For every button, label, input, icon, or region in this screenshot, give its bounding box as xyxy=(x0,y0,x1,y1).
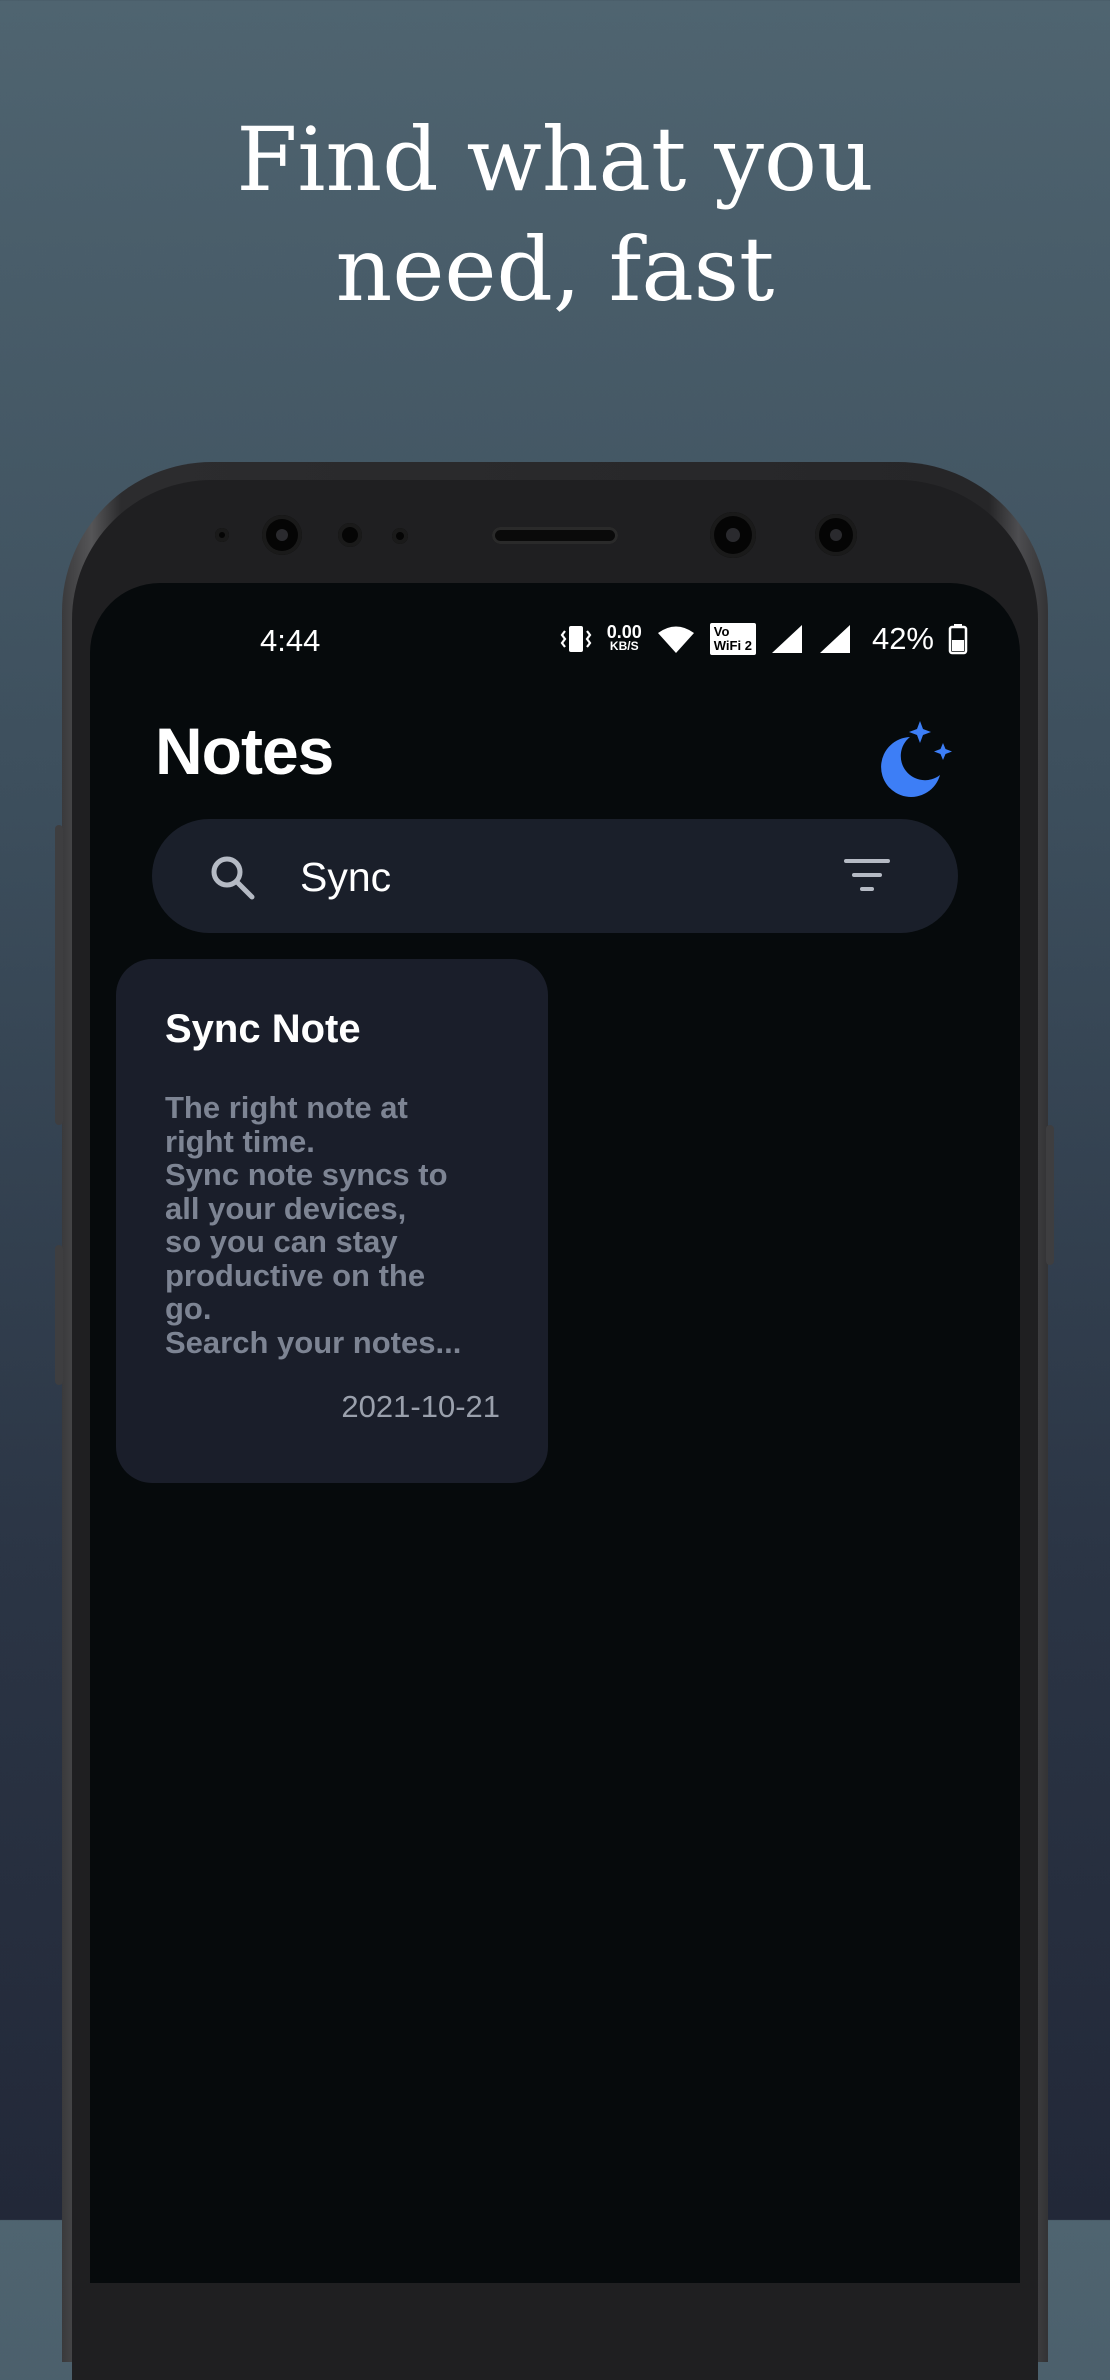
theme-toggle-button[interactable] xyxy=(870,713,960,803)
note-preview: The right note at right time. Sync note … xyxy=(165,1090,462,1360)
network-speed-value: 0.00 xyxy=(606,622,642,642)
phone-front-camera xyxy=(262,515,302,555)
search-icon xyxy=(211,856,255,900)
wifi-icon xyxy=(657,626,694,653)
status-icons: 0.00 KB/S Vo WiFi 2 42% xyxy=(559,621,968,657)
note-date: 2021-10-21 xyxy=(341,1389,500,1424)
vowifi-bottom: WiFi 2 xyxy=(713,638,752,653)
phone-power-button xyxy=(1046,1125,1054,1265)
phone-volume-button xyxy=(55,825,63,1125)
phone-speaker xyxy=(492,527,618,544)
vibrate-icon xyxy=(560,626,592,652)
phone-front-camera xyxy=(815,514,857,556)
signal-icon xyxy=(819,625,850,653)
phone-sensor xyxy=(215,528,229,542)
search-bar[interactable] xyxy=(152,819,958,933)
network-speed: 0.00 KB/S xyxy=(606,622,642,653)
phone-sensor xyxy=(392,528,408,544)
headline-line-2: need, fast xyxy=(335,218,775,321)
battery-percent: 42% xyxy=(871,621,934,656)
phone-sensor xyxy=(338,523,362,547)
status-time: 4:44 xyxy=(260,623,321,658)
signal-icon xyxy=(771,625,802,653)
filter-icon[interactable] xyxy=(842,855,892,895)
phone-side-button xyxy=(55,1245,63,1385)
search-input[interactable] xyxy=(298,841,822,913)
vowifi-top: Vo xyxy=(713,624,730,639)
page-title: Notes xyxy=(155,714,334,788)
app-screen: 4:44 0.00 KB/S Vo WiFi 2 42% Notes Sync … xyxy=(90,583,1020,2283)
note-card[interactable]: Sync Note The right note at right time. … xyxy=(116,959,548,1483)
note-title: Sync Note xyxy=(165,1007,361,1051)
headline-line-1: Find what you xyxy=(236,108,874,211)
battery-icon xyxy=(948,624,968,655)
moon-stars-icon xyxy=(881,721,952,797)
vowifi-badge: Vo WiFi 2 xyxy=(709,623,756,655)
phone-front-camera xyxy=(710,512,756,558)
promo-headline: Find what you need, fast xyxy=(0,105,1110,325)
network-speed-unit: KB/S xyxy=(609,639,639,653)
